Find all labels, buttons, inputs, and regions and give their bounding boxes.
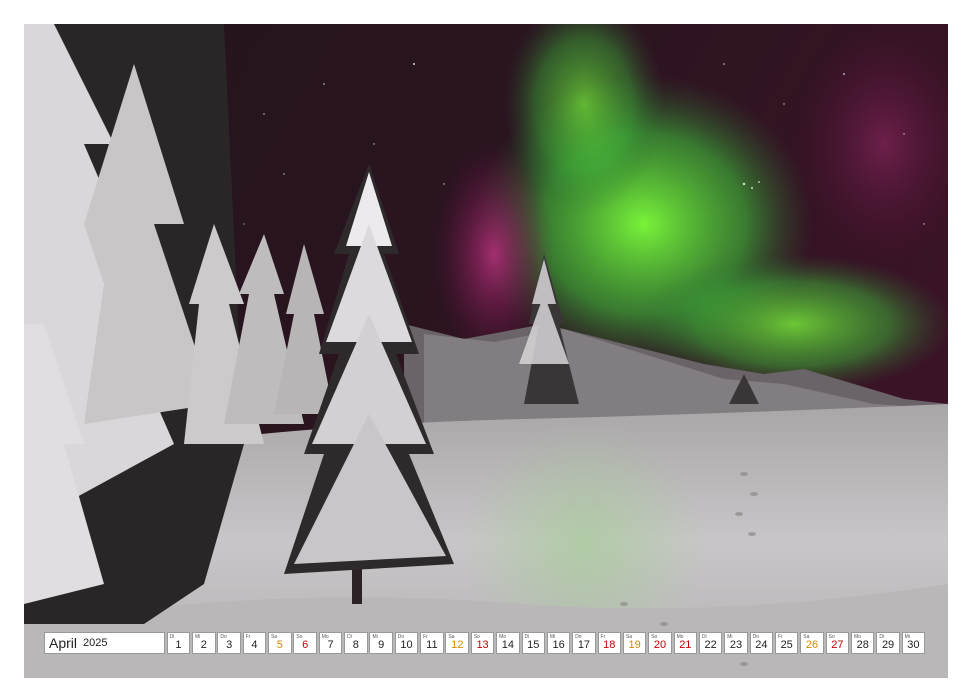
day-number: 21 [679,639,692,651]
day-number: 24 [755,639,768,651]
day-cell: So 6 [293,632,317,654]
day-cell: Do 17 [572,632,596,654]
day-number: 27 [831,639,844,651]
day-cell: Di 22 [698,632,723,654]
day-number: 5 [276,639,283,651]
day-number: 4 [251,639,258,651]
day-number: 8 [352,639,359,651]
day-number: 28 [856,639,869,651]
day-number: 25 [780,639,793,651]
day-cells: Di 1 Mi 2 Do 3 Fr 4 Sa 5 So 6 Mo 7 Di 8 Mi 9 Do 10 Fr 11 Sa 12 S… [166,632,927,656]
day-cell: Sa 5 [268,632,292,654]
day-cell: So 20 [648,632,672,654]
day-cell: Di 8 [344,632,368,654]
day-number: 16 [552,639,565,651]
day-number: 7 [327,639,334,651]
day-cell: Mi 9 [369,632,393,654]
month-year: 2025 [83,637,108,649]
day-cell: Di 29 [876,632,900,654]
day-cell: Sa 19 [622,632,647,654]
day-cell: Do 3 [217,632,241,654]
day-cell: Mi 16 [546,632,571,654]
day-number: 15 [527,639,540,651]
day-cell: Mo 7 [318,632,343,654]
day-cell: Mi 23 [724,632,748,654]
calendar-photo-aurora-winter-forest [24,24,948,678]
day-number: 29 [881,639,895,651]
day-number: 10 [400,639,413,651]
day-number: 19 [628,639,641,651]
day-number: 2 [200,639,207,651]
day-number: 9 [378,639,385,651]
day-number: 12 [451,639,464,651]
day-cell: Fr 11 [420,632,444,654]
day-cell: Fr 25 [774,632,799,654]
day-number: 26 [805,639,819,651]
day-number: 17 [577,639,591,651]
day-number: 14 [501,639,515,651]
month-label-cell: April 2025 [44,632,165,654]
day-number: 6 [302,639,309,651]
day-cell: Mo 21 [673,632,698,654]
day-number: 22 [704,639,717,651]
day-cell: Do 24 [749,632,774,654]
day-cell: Sa 12 [445,632,469,654]
month-name: April [49,635,78,651]
day-cell: So 13 [470,632,495,654]
month-calendar-strip: April 2025 Di 1 Mi 2 Do 3 Fr 4 Sa 5 So 6 Mo 7 Di 8 Mi 9 Do… [44,632,927,656]
day-cell: So 27 [825,632,850,654]
day-number: 18 [603,639,616,651]
day-cell: Sa 26 [800,632,824,654]
day-number: 20 [653,639,667,651]
day-number: 11 [426,639,438,651]
day-number: 3 [226,639,233,651]
day-cell: Mo 14 [496,632,520,654]
day-number: 23 [729,639,743,651]
day-cell: Fr 18 [597,632,622,654]
day-cell: Mi 30 [901,632,926,654]
day-number: 13 [476,639,489,651]
day-number: 30 [907,639,920,651]
day-number: 1 [175,639,182,651]
day-cell: Mo 28 [850,632,875,654]
day-cell: Do 10 [394,632,419,654]
day-cell: Di 1 [166,632,191,654]
day-cell: Fr 4 [242,632,267,654]
day-cell: Di 15 [521,632,545,654]
day-cell: Mi 2 [192,632,216,654]
